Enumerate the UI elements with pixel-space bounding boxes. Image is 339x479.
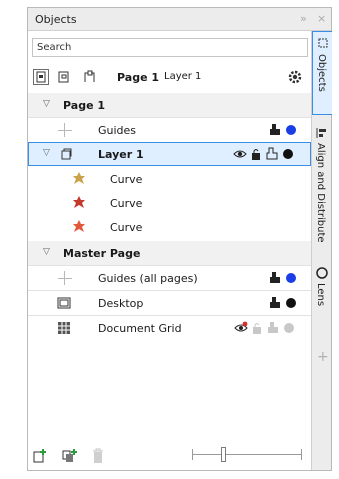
row-label: Guides: [98, 124, 137, 137]
row-label: Guides (all pages): [98, 272, 198, 285]
tree-row-guides[interactable]: Guides: [28, 118, 311, 142]
guides-icon: [58, 271, 72, 285]
curve-icon: [72, 220, 86, 234]
tab-label: Lens: [315, 283, 326, 307]
tree-page-1[interactable]: ▽ Page 1: [28, 93, 311, 117]
tree-row-layer-1[interactable]: ▽ Layer 1: [28, 142, 311, 166]
tree-row-document-grid[interactable]: Document Grid: [28, 316, 311, 340]
tab-label: Objects: [316, 54, 327, 92]
row-label: Curve: [110, 221, 143, 234]
layer-color-dot[interactable]: [284, 296, 298, 310]
print-icon[interactable]: [268, 296, 282, 310]
row-label: Curve: [110, 173, 143, 186]
search-input[interactable]: Search: [32, 38, 308, 57]
row-label: Document Grid: [98, 322, 182, 335]
add-docker-icon[interactable]: +: [317, 349, 329, 365]
curve-icon: [72, 172, 86, 186]
desktop-icon: [57, 296, 71, 313]
objects-toolbar: Page 1 Layer 1: [28, 64, 311, 90]
current-page-name: Page 1: [117, 71, 160, 84]
docker-side-tabs: Objects Align and Distribute Lens +: [311, 31, 332, 470]
lock-icon[interactable]: [250, 321, 264, 335]
print-icon[interactable]: [265, 147, 279, 161]
lens-icon: [316, 267, 328, 279]
visibility-off-icon[interactable]: [234, 321, 248, 335]
tree-master-page[interactable]: ▽ Master Page: [28, 241, 311, 265]
collapse-icon[interactable]: ▽: [43, 247, 50, 257]
current-layer-name: Layer 1: [164, 71, 202, 82]
objects-docker: Objects » × Search Page 1 Layer 1 ▽ Page…: [27, 7, 332, 471]
print-icon[interactable]: [268, 123, 282, 137]
visibility-eye-icon[interactable]: [233, 147, 247, 161]
layer-color-dot[interactable]: [284, 123, 298, 137]
lock-icon[interactable]: [249, 147, 263, 161]
close-icon[interactable]: ×: [317, 12, 326, 25]
tree-row-curve[interactable]: Curve: [28, 215, 311, 239]
layer-icon: [59, 147, 73, 164]
objects-icon: [317, 37, 329, 49]
tab-align-and-distribute[interactable]: Align and Distribute: [312, 123, 332, 253]
slider-thumb[interactable]: [221, 447, 226, 462]
view-page-layer-object-icon[interactable]: [33, 69, 49, 85]
layer-color-dot[interactable]: [284, 271, 298, 285]
docker-bottom-bar: [28, 440, 311, 470]
docker-title: Objects: [35, 13, 77, 26]
new-master-layer-icon[interactable]: [62, 448, 78, 467]
thumbnail-size-slider[interactable]: [192, 454, 302, 455]
tab-objects[interactable]: Objects: [312, 31, 332, 115]
docker-content: Search Page 1 Layer 1 ▽ Page 1 Guides ▽ …: [28, 31, 311, 470]
row-label: Desktop: [98, 297, 144, 310]
layer-color-dot[interactable]: [281, 147, 295, 161]
collapse-icon[interactable]: ▽: [43, 148, 50, 158]
row-label: Layer 1: [98, 148, 144, 161]
new-layer-icon[interactable]: [32, 448, 48, 467]
pin-icon[interactable]: »: [300, 12, 307, 25]
layer-color-dot[interactable]: [282, 321, 296, 335]
guides-icon: [58, 123, 72, 137]
view-layer-object-icon[interactable]: [82, 69, 98, 85]
print-icon[interactable]: [268, 271, 282, 285]
page-label: Page 1: [63, 99, 106, 112]
collapse-icon[interactable]: ▽: [43, 99, 50, 109]
docker-titlebar: Objects » ×: [28, 8, 331, 31]
tree-row-guides-all[interactable]: Guides (all pages): [28, 266, 311, 290]
curve-icon: [72, 196, 86, 210]
tree-row-desktop[interactable]: Desktop: [28, 291, 311, 315]
tab-label: Align and Distribute: [315, 143, 326, 243]
delete-icon[interactable]: [91, 448, 105, 467]
grid-icon: [57, 321, 71, 338]
gear-icon[interactable]: [286, 68, 304, 86]
slider-max: [301, 449, 302, 460]
row-label: Curve: [110, 197, 143, 210]
tree-row-curve[interactable]: Curve: [28, 167, 311, 191]
tab-lens[interactable]: Lens: [312, 263, 332, 327]
page-label: Master Page: [63, 247, 141, 260]
print-icon[interactable]: [266, 321, 280, 335]
align-icon: [316, 127, 328, 139]
view-page-object-icon[interactable]: [56, 69, 72, 85]
tree-row-curve[interactable]: Curve: [28, 191, 311, 215]
